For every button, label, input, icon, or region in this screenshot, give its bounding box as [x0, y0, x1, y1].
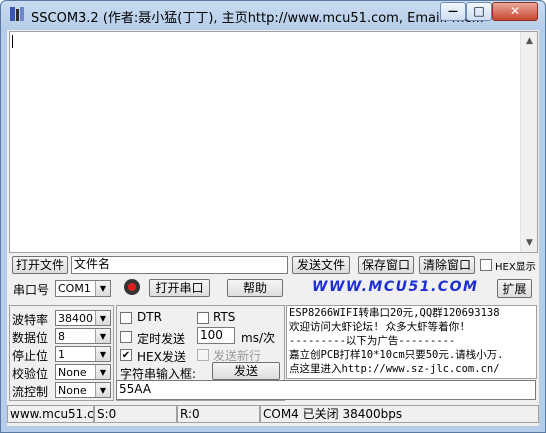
port-select[interactable]: COM1 ▼	[55, 280, 111, 297]
flow-select[interactable]: None ▼	[55, 382, 111, 398]
send-file-button[interactable]: 发送文件	[292, 256, 350, 274]
stopbits-label: 停止位	[12, 349, 49, 363]
save-window-button[interactable]: 保存窗口	[358, 256, 414, 274]
expand-button[interactable]: 扩展	[497, 279, 532, 298]
chevron-down-icon[interactable]: ▼	[95, 347, 110, 361]
maximize-icon: □	[473, 4, 485, 18]
status-site: www.mcu51.cor	[7, 405, 94, 423]
rts-label: RTS	[213, 310, 236, 324]
stopbits-select-value: 1	[58, 348, 65, 361]
minimize-button[interactable]: —	[440, 2, 466, 21]
text-cursor	[12, 35, 13, 48]
ad-line-5[interactable]: 点这里进入http://www.sz-jlc.com.cn/	[289, 363, 500, 377]
baud-select[interactable]: 38400 ▼	[55, 310, 111, 326]
hex-send-label: HEX发送	[137, 350, 186, 364]
dtr-label: DTR	[137, 310, 162, 324]
interval-unit-label: ms/次	[241, 331, 275, 345]
status-sent-count: S:0	[94, 405, 177, 423]
clear-window-button[interactable]: 清除窗口	[419, 256, 475, 274]
parity-label: 校验位	[12, 367, 49, 381]
ad-line-2[interactable]: 欢迎访问大虾论坛! 众多大虾等着你!	[289, 321, 465, 335]
flow-select-value: None	[58, 384, 87, 397]
open-file-button[interactable]: 打开文件	[12, 256, 68, 274]
chevron-down-icon[interactable]: ▼	[95, 383, 110, 397]
chevron-down-icon[interactable]: ▼	[95, 281, 110, 296]
maximize-button[interactable]: □	[466, 2, 492, 21]
send-newline-checkbox[interactable]	[197, 349, 209, 361]
chevron-down-icon[interactable]: ▼	[95, 365, 110, 379]
parity-select[interactable]: None ▼	[55, 364, 111, 380]
send-button[interactable]: 发送	[212, 362, 280, 380]
chevron-down-icon[interactable]: ▼	[95, 311, 110, 325]
vertical-scrollbar[interactable]: ▲ ▼	[520, 32, 537, 252]
scroll-down-icon[interactable]: ▼	[523, 236, 536, 250]
baud-select-value: 38400	[58, 312, 93, 325]
checkmark-icon: ✔	[121, 350, 131, 361]
dtr-checkbox[interactable]	[120, 312, 132, 324]
rts-checkbox[interactable]	[197, 312, 209, 324]
receive-textarea[interactable]: ▲ ▼	[9, 31, 538, 253]
ad-line-1[interactable]: ESP8266WIFI转串口20元,QQ群120693138	[289, 307, 500, 321]
scroll-up-icon[interactable]: ▲	[523, 34, 536, 48]
website-link[interactable]: WWW.MCU51.COM	[312, 279, 478, 295]
databits-select-value: 8	[58, 330, 65, 343]
app-icon	[9, 6, 25, 22]
timed-send-label: 定时发送	[137, 332, 186, 346]
open-port-button[interactable]: 打开串口	[149, 279, 210, 297]
minimize-icon: —	[448, 6, 458, 17]
databits-label: 数据位	[12, 331, 49, 345]
ad-panel: ESP8266WIFI转串口20元,QQ群120693138 欢迎访问大虾论坛!…	[286, 305, 537, 379]
status-received-count: R:0	[177, 405, 260, 423]
databits-select[interactable]: 8 ▼	[55, 328, 111, 344]
port-status-led-icon	[124, 279, 140, 295]
hex-display-checkbox[interactable]	[480, 259, 492, 271]
close-button[interactable]: ✕	[492, 2, 538, 21]
status-port-state: COM4 已关闭 38400bps	[260, 405, 539, 423]
hex-send-checkbox[interactable]: ✔	[120, 349, 132, 361]
chevron-down-icon[interactable]: ▼	[95, 329, 110, 343]
help-button[interactable]: 帮助	[227, 279, 283, 297]
timed-send-checkbox[interactable]	[120, 331, 132, 343]
send-textbox[interactable]: 55AA	[116, 380, 536, 400]
ad-line-4[interactable]: 嘉立创PCB打样10*10cm只要50元.请栈小万.	[289, 349, 504, 363]
file-name-input[interactable]: 文件名	[71, 256, 288, 274]
port-label: 串口号	[13, 283, 50, 297]
port-select-value: COM1	[58, 282, 91, 295]
baud-label: 波特率	[12, 313, 49, 327]
flow-label: 流控制	[12, 385, 49, 399]
interval-input[interactable]: 100	[197, 327, 235, 344]
close-icon: ✕	[509, 4, 521, 18]
stopbits-select[interactable]: 1 ▼	[55, 346, 111, 362]
window-title: SSCOM3.2 (作者:聂小猛(丁丁), 主页http://www.mcu51…	[31, 11, 484, 26]
parity-select-value: None	[58, 366, 87, 379]
hex-display-label: HEX显示	[495, 262, 536, 273]
ad-line-3: ---------以下为广告---------	[289, 335, 456, 347]
